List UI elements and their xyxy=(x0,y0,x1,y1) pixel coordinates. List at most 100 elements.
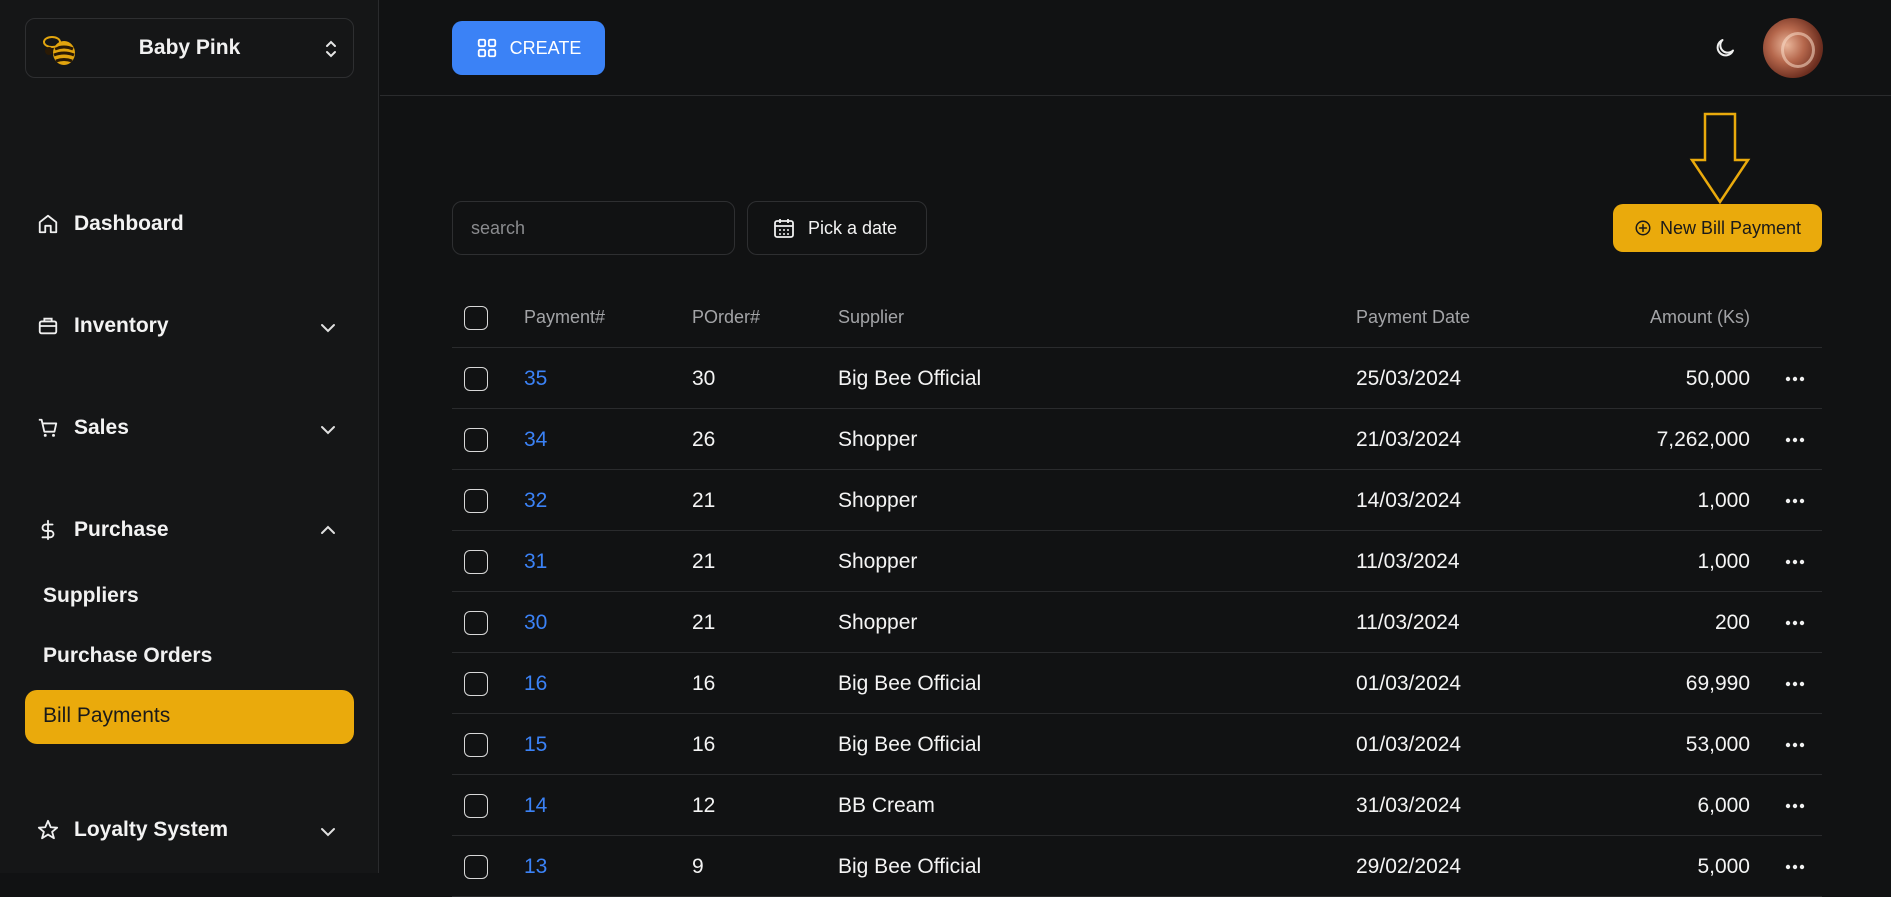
new-bill-payment-button[interactable]: New Bill Payment xyxy=(1613,204,1822,252)
row-checkbox[interactable] xyxy=(464,855,488,879)
bill-payments-table: Payment# POrder# Supplier Payment Date A… xyxy=(452,287,1822,897)
table-row[interactable]: 14 12 BB Cream 31/03/2024 6,000 xyxy=(452,775,1822,836)
payment-date: 01/03/2024 xyxy=(1356,732,1462,756)
chevron-down-icon[interactable] xyxy=(318,420,338,440)
supplier-name: BB Cream xyxy=(838,793,935,817)
payment-date: 31/03/2024 xyxy=(1356,793,1462,817)
dollar-icon xyxy=(36,518,60,542)
moon-icon[interactable] xyxy=(1713,36,1737,60)
header-amount[interactable]: Amount (Ks) xyxy=(1452,287,1750,348)
porder-number: 16 xyxy=(692,732,716,756)
payment-number-link[interactable]: 14 xyxy=(524,775,547,836)
more-options-icon[interactable] xyxy=(1780,531,1810,592)
pick-date-button[interactable]: Pick a date xyxy=(747,201,927,255)
sidebar-item-sales[interactable]: Sales xyxy=(36,416,129,440)
table-row[interactable]: 13 9 Big Bee Official 29/02/2024 5,000 xyxy=(452,836,1822,897)
chevron-up-icon[interactable] xyxy=(318,520,338,540)
briefcase-icon xyxy=(36,314,60,338)
supplier-name: Shopper xyxy=(838,488,918,512)
more-options-icon[interactable] xyxy=(1780,409,1810,470)
supplier-name: Shopper xyxy=(838,610,918,634)
header-supplier[interactable]: Supplier xyxy=(838,287,904,348)
sidebar-item-label: Bill Payments xyxy=(43,704,171,727)
more-options-icon[interactable] xyxy=(1780,775,1810,836)
payment-date: 01/03/2024 xyxy=(1356,671,1462,695)
sidebar-item-label: Sales xyxy=(74,416,129,439)
porder-number: 26 xyxy=(692,427,716,451)
sidebar-item-loyalty-system[interactable]: Loyalty System xyxy=(36,818,228,842)
more-options-icon[interactable] xyxy=(1780,348,1810,409)
search-input[interactable] xyxy=(452,201,735,255)
row-checkbox[interactable] xyxy=(464,367,488,391)
porder-number: 21 xyxy=(692,549,716,573)
avatar[interactable] xyxy=(1763,18,1823,78)
amount: 5,000 xyxy=(1697,854,1750,878)
table-row[interactable]: 34 26 Shopper 21/03/2024 7,262,000 xyxy=(452,409,1822,470)
row-checkbox[interactable] xyxy=(464,428,488,452)
payment-date: 21/03/2024 xyxy=(1356,427,1462,451)
row-checkbox[interactable] xyxy=(464,672,488,696)
row-checkbox[interactable] xyxy=(464,733,488,757)
table-row[interactable]: 31 21 Shopper 11/03/2024 1,000 xyxy=(452,531,1822,592)
star-icon xyxy=(36,818,60,842)
table-row[interactable]: 35 30 Big Bee Official 25/03/2024 50,000 xyxy=(452,348,1822,409)
payment-number-link[interactable]: 32 xyxy=(524,470,547,531)
sidebar-item-suppliers[interactable]: Suppliers xyxy=(43,584,139,608)
select-all-checkbox[interactable] xyxy=(464,306,488,330)
chevron-down-icon[interactable] xyxy=(318,822,338,842)
amount: 1,000 xyxy=(1697,488,1750,512)
chevrons-up-down-icon xyxy=(326,40,336,58)
sidebar-item-inventory[interactable]: Inventory xyxy=(36,314,169,338)
sidebar: Baby Pink Dashboard Inventory Sales Purc… xyxy=(0,0,379,873)
row-checkbox[interactable] xyxy=(464,489,488,513)
payment-number-link[interactable]: 13 xyxy=(524,836,547,897)
arrow-down-annotation-icon xyxy=(1689,112,1751,205)
payment-number-link[interactable]: 30 xyxy=(524,592,547,653)
payment-number-link[interactable]: 15 xyxy=(524,714,547,775)
sidebar-item-label: Loyalty System xyxy=(74,818,229,841)
supplier-name: Big Bee Official xyxy=(838,854,982,878)
supplier-name: Big Bee Official xyxy=(838,732,982,756)
more-options-icon[interactable] xyxy=(1780,836,1810,897)
more-options-icon[interactable] xyxy=(1780,592,1810,653)
sidebar-item-dashboard[interactable]: Dashboard xyxy=(36,212,184,236)
payment-number-link[interactable]: 31 xyxy=(524,531,547,592)
porder-number: 12 xyxy=(692,793,716,817)
sidebar-item-purchase-orders[interactable]: Purchase Orders xyxy=(43,644,212,668)
bee-logo-icon xyxy=(43,36,75,65)
table-header: Payment# POrder# Supplier Payment Date A… xyxy=(452,287,1822,348)
table-row[interactable]: 15 16 Big Bee Official 01/03/2024 53,000 xyxy=(452,714,1822,775)
create-button[interactable]: CREATE xyxy=(452,21,605,75)
sidebar-item-label: Purchase xyxy=(74,518,169,541)
table-row[interactable]: 30 21 Shopper 11/03/2024 200 xyxy=(452,592,1822,653)
sidebar-item-purchase[interactable]: Purchase xyxy=(36,518,169,542)
chevron-down-icon[interactable] xyxy=(318,318,338,338)
header-porder[interactable]: POrder# xyxy=(692,287,760,348)
create-button-label: CREATE xyxy=(509,37,582,58)
row-checkbox[interactable] xyxy=(464,611,488,635)
row-checkbox[interactable] xyxy=(464,794,488,818)
table-row[interactable]: 32 21 Shopper 14/03/2024 1,000 xyxy=(452,470,1822,531)
sidebar-item-label: Dashboard xyxy=(74,212,184,235)
more-options-icon[interactable] xyxy=(1780,714,1810,775)
supplier-name: Big Bee Official xyxy=(838,671,982,695)
more-options-icon[interactable] xyxy=(1780,470,1810,531)
amount: 69,990 xyxy=(1685,671,1750,695)
row-checkbox[interactable] xyxy=(464,550,488,574)
payment-number-link[interactable]: 16 xyxy=(524,653,547,714)
amount: 200 xyxy=(1714,610,1750,634)
supplier-name: Big Bee Official xyxy=(838,366,982,390)
more-options-icon[interactable] xyxy=(1780,653,1810,714)
plus-circle-icon xyxy=(1635,220,1651,236)
header-payment[interactable]: Payment# xyxy=(524,287,605,348)
payment-number-link[interactable]: 34 xyxy=(524,409,547,470)
store-switcher[interactable]: Baby Pink xyxy=(25,18,354,78)
sidebar-item-label: Inventory xyxy=(74,314,169,337)
calendar-icon xyxy=(774,219,794,238)
payment-number-link[interactable]: 35 xyxy=(524,348,547,409)
table-row[interactable]: 16 16 Big Bee Official 01/03/2024 69,990 xyxy=(452,653,1822,714)
sidebar-item-bill-payments[interactable]: Bill Payments xyxy=(25,690,354,744)
payment-date: 25/03/2024 xyxy=(1356,366,1462,390)
porder-number: 9 xyxy=(692,854,704,878)
amount: 53,000 xyxy=(1685,732,1750,756)
